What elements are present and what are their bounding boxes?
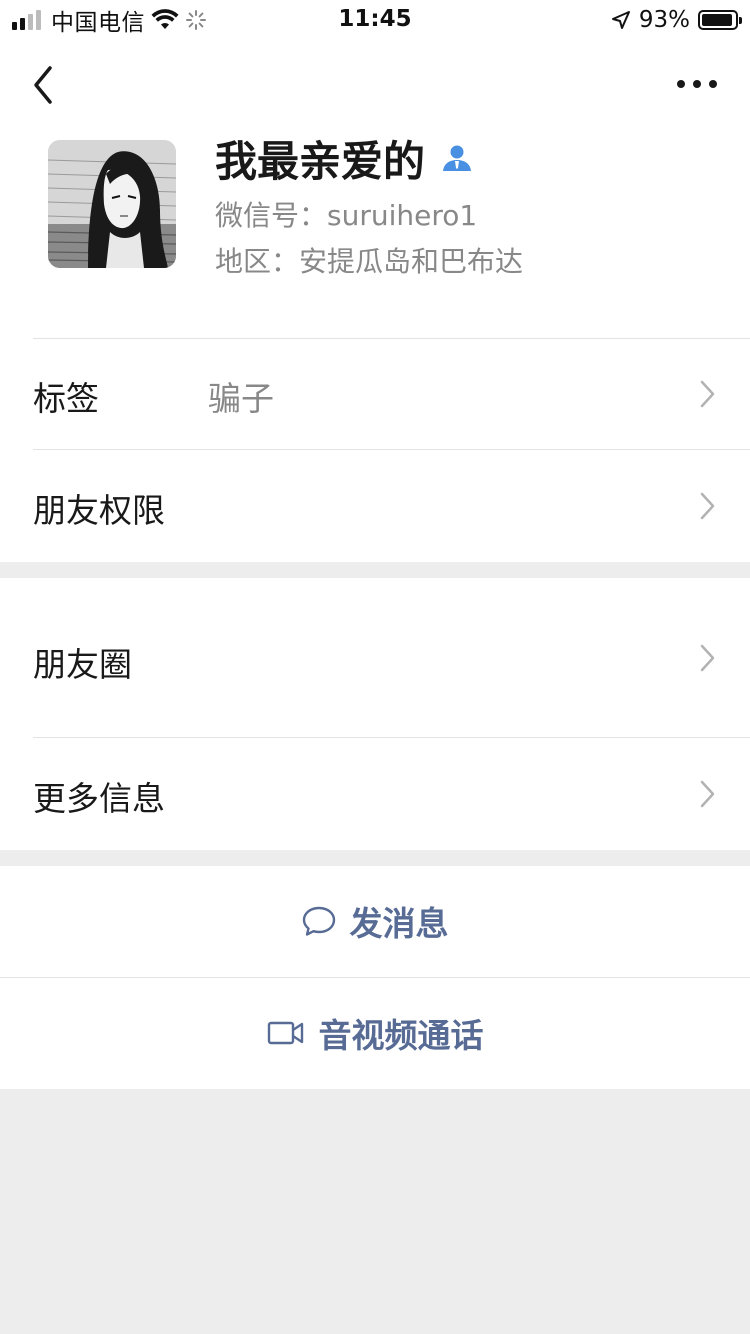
status-bar: 中国电信 11:45 93%: [0, 0, 750, 40]
nav-bar: [0, 40, 750, 130]
tag-label: 标签: [33, 379, 99, 418]
wechat-id: 微信号：suruihero1: [215, 199, 478, 232]
contact-badge-icon: [443, 145, 472, 171]
send-message-label: 发消息: [349, 904, 449, 943]
back-icon[interactable]: [28, 62, 64, 108]
battery-icon: [698, 10, 742, 30]
chevron-right-icon: [700, 492, 715, 520]
moments-label: 朋友圈: [33, 645, 132, 684]
action-group: 发消息 音视频通话: [0, 866, 750, 1089]
send-message-button[interactable]: 发消息: [0, 866, 750, 976]
status-right: 93%: [611, 6, 742, 34]
settings-group: 标签 骗子 朋友权限: [0, 338, 750, 562]
video-call-label: 音视频通话: [318, 1016, 484, 1055]
profile-header: 我最亲爱的 微信号：suruihero1 地区：安提瓜岛和巴布达: [0, 130, 750, 338]
contact-name: 我最亲爱的: [215, 136, 426, 186]
tag-value: 骗子: [208, 379, 274, 418]
video-camera-icon: [267, 1021, 303, 1045]
video-call-button[interactable]: 音视频通话: [0, 978, 750, 1088]
chevron-right-icon: [700, 780, 715, 808]
chevron-right-icon: [700, 644, 715, 672]
more-info-label: 更多信息: [33, 779, 165, 818]
name-row: 我最亲爱的: [215, 130, 473, 186]
battery-fill: [702, 14, 732, 26]
avatar-illustration: [48, 140, 176, 268]
permissions-label: 朋友权限: [33, 491, 165, 530]
info-group: 朋友圈 更多信息: [0, 578, 750, 850]
permissions-row[interactable]: 朋友权限: [0, 450, 750, 562]
chevron-right-icon: [700, 380, 715, 408]
battery-percent: 93%: [638, 7, 690, 33]
chat-bubble-icon: [302, 906, 335, 936]
avatar[interactable]: [48, 140, 176, 268]
location-arrow-icon: [611, 11, 630, 29]
region: 地区：安提瓜岛和巴布达: [215, 245, 524, 278]
more-icon[interactable]: [674, 70, 720, 98]
moments-row[interactable]: 朋友圈: [0, 578, 750, 737]
more-info-row[interactable]: 更多信息: [0, 738, 750, 850]
tag-row[interactable]: 标签 骗子: [0, 338, 750, 449]
